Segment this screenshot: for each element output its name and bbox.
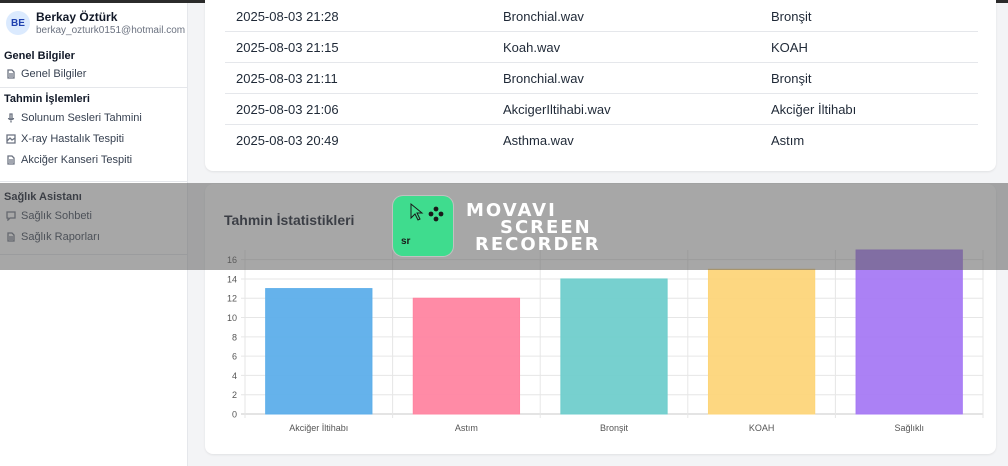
bar [707, 268, 816, 415]
y-tick-label: 2 [232, 390, 237, 400]
table-row[interactable]: 2025-08-03 21:28 Bronchial.wav Bronşit [225, 1, 978, 32]
document-icon [7, 232, 15, 242]
cell-file: Koah.wav [503, 40, 561, 55]
cell-date: 2025-08-03 21:06 [236, 102, 339, 117]
section-title-predictions: Tahmin İşlemleri [4, 93, 90, 105]
user-profile[interactable]: BE Berkay Öztürk berkay_ozturk0151@hotma… [6, 9, 186, 43]
x-tick-label: KOAH [749, 423, 775, 433]
sidebar-item-health-chat[interactable]: Sağlık Sohbeti [6, 210, 92, 222]
bar [412, 297, 521, 415]
x-tick-label: Akciğer İltihabı [289, 423, 348, 433]
cell-result: Astım [771, 133, 805, 148]
cell-date: 2025-08-03 21:11 [236, 71, 338, 86]
cell-result: Akciğer İltihabı [771, 102, 857, 117]
bar [560, 278, 668, 415]
microphone-icon [7, 113, 15, 123]
user-name: Berkay Öztürk [36, 10, 118, 24]
sidebar-item-respiratory-sounds[interactable]: Solunum Sesleri Tahmini [6, 112, 142, 124]
cell-date: 2025-08-03 21:15 [236, 40, 339, 55]
table-row[interactable]: 2025-08-03 21:15 Koah.wav KOAH [225, 32, 978, 63]
table-row[interactable]: 2025-08-03 21:11 Bronchial.wav Bronşit [225, 63, 978, 94]
y-tick-label: 14 [227, 274, 237, 284]
sidebar-item-label: X-ray Hastalık Tespiti [21, 133, 125, 145]
bar-chart: 0 2 4 6 8 10 12 14 16 Akciğer İltihabı Astım Bronşi… [227, 249, 984, 433]
cell-result: Bronşit [771, 71, 812, 86]
cell-file: AkcigerIltihabi.wav [503, 102, 611, 117]
y-tick-label: 10 [227, 313, 237, 323]
sidebar-item-label: Solunum Sesleri Tahmini [21, 112, 142, 124]
history-card: 2025-08-03 21:28 Bronchial.wav Bronşit 2… [205, 0, 996, 171]
x-tick-label: Astım [455, 423, 478, 433]
image-icon [6, 134, 16, 144]
cursor-gamepad-icon [410, 202, 444, 222]
cell-result: Bronşit [771, 9, 812, 24]
bar [265, 288, 373, 415]
section-title-health-assistant: Sağlık Asistanı [4, 191, 82, 203]
watermark-text-3: RECORDER [475, 234, 601, 255]
section-title-general: Genel Bilgiler [4, 50, 75, 62]
watermark-logo: sr [393, 196, 453, 256]
cell-file: Bronchial.wav [503, 71, 584, 86]
divider [0, 254, 188, 255]
bar [855, 249, 963, 415]
sidebar-item-label: Genel Bilgiler [21, 68, 87, 80]
avatar: BE [6, 11, 30, 35]
table-row[interactable]: 2025-08-03 21:06 AkcigerIltihabi.wav Akc… [225, 94, 978, 125]
document-icon [7, 155, 15, 165]
divider [0, 87, 188, 88]
divider [0, 181, 188, 182]
y-tick-label: 0 [232, 410, 237, 420]
cell-file: Bronchial.wav [503, 9, 584, 24]
table-row[interactable]: 2025-08-03 20:49 Asthma.wav Astım [225, 125, 978, 156]
sidebar-item-health-reports[interactable]: Sağlık Raporları [6, 231, 100, 243]
sidebar-item-xray[interactable]: X-ray Hastalık Tespiti [6, 133, 124, 145]
logo-text: sr [401, 236, 411, 247]
y-tick-label: 4 [232, 371, 237, 381]
sidebar-item-lung-cancer[interactable]: Akciğer Kanseri Tespiti [6, 154, 132, 166]
cell-file: Asthma.wav [503, 133, 574, 148]
sidebar: BE Berkay Öztürk berkay_ozturk0151@hotma… [0, 3, 188, 466]
cell-result: KOAH [771, 40, 808, 55]
sidebar-item-general-info[interactable]: Genel Bilgiler [6, 68, 86, 80]
x-tick-label: Sağlıklı [894, 423, 924, 433]
user-email: berkay_ozturk0151@hotmail.com [36, 25, 186, 36]
stats-card: Tahmin İstatistikleri 0 2 4 6 8 10 12 14 16 Akciğ… [205, 184, 996, 454]
sidebar-item-label: Akciğer Kanseri Tespiti [21, 154, 133, 166]
y-tick-label: 6 [232, 352, 237, 362]
sidebar-item-label: Sağlık Raporları [21, 231, 100, 243]
y-tick-label: 12 [227, 294, 237, 304]
sidebar-item-label: Sağlık Sohbeti [21, 210, 92, 222]
x-tick-label: Bronşit [600, 423, 629, 433]
cell-date: 2025-08-03 20:49 [236, 133, 339, 148]
document-icon [7, 69, 15, 79]
y-tick-label: 8 [232, 332, 237, 342]
y-tick-label: 16 [227, 255, 237, 265]
chat-icon [6, 211, 16, 221]
cell-date: 2025-08-03 21:28 [236, 9, 339, 24]
